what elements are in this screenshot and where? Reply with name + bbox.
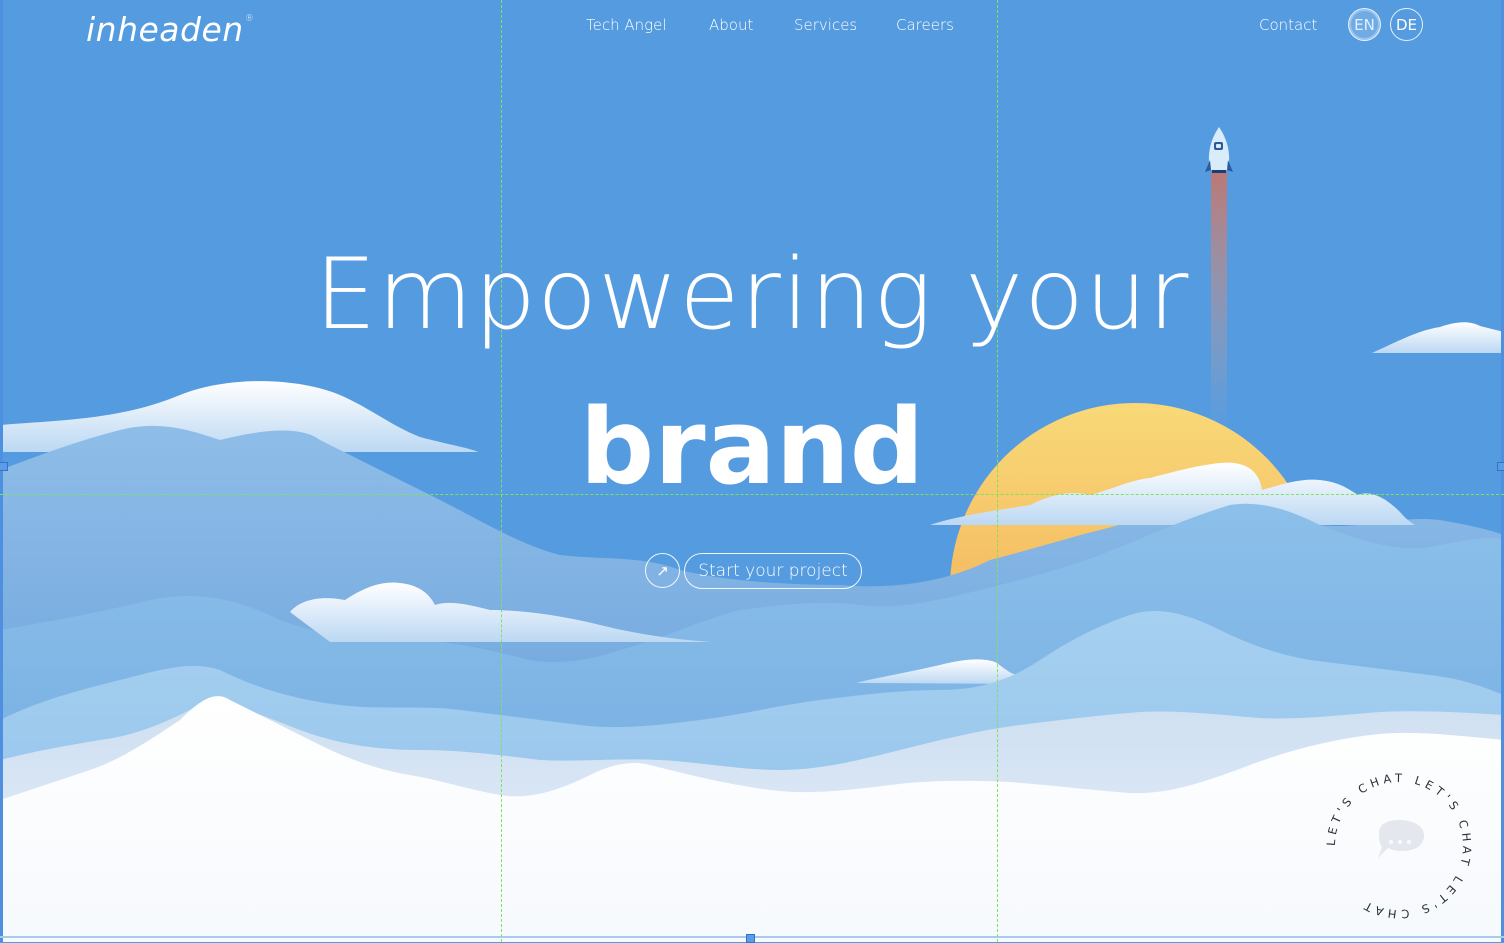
- main-nav: Tech Angel About Services Careers Contac…: [0, 16, 1504, 36]
- nav-link-services[interactable]: Services: [794, 16, 857, 34]
- nav-link-careers[interactable]: Careers: [896, 16, 954, 34]
- hero-headline-line2: brand: [579, 386, 925, 508]
- chat-ring: LET'S CHAT LET'S CHAT LET'S CHAT: [1324, 771, 1470, 921]
- start-project-button[interactable]: Start your project: [684, 553, 862, 589]
- language-de-button[interactable]: DE: [1390, 8, 1423, 41]
- chat-widget[interactable]: LET'S CHAT LET'S CHAT LET'S CHAT: [1316, 763, 1482, 929]
- language-en-button[interactable]: EN: [1348, 8, 1381, 41]
- nav-link-tech-angel[interactable]: Tech Angel: [586, 16, 667, 34]
- nav-link-contact[interactable]: Contact: [1259, 16, 1317, 34]
- arrow-up-right-icon[interactable]: ↗: [645, 553, 680, 588]
- hero-headline-line1: Empowering your: [314, 238, 1190, 352]
- chat-bubble-icon: [1378, 820, 1424, 858]
- nav-link-about[interactable]: About: [709, 16, 753, 34]
